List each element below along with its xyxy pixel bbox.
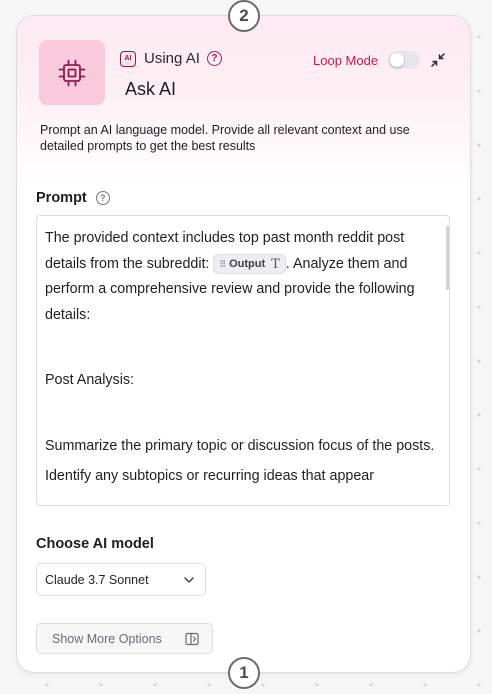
node-title: Ask AI	[125, 79, 177, 99]
step-number-bottom: 1	[228, 657, 260, 689]
cpu-chip-icon	[58, 59, 86, 86]
output-variable-chip[interactable]: ⠿ Output T	[213, 254, 286, 275]
prompt-text[interactable]: The provided context includes top past m…	[45, 226, 437, 490]
model-label: Choose AI model	[36, 536, 154, 552]
model-select[interactable]: Claude 3.7 Sonnet	[36, 563, 206, 596]
prompt-line: Summarize the primary topic or discussio…	[45, 437, 435, 454]
collapse-icon[interactable]	[430, 52, 446, 68]
text-type-icon: T	[271, 256, 280, 272]
prompt-editor[interactable]: The provided context includes top past m…	[36, 215, 450, 506]
prompt-paragraph-intro: The provided context includes top past m…	[45, 226, 437, 328]
ask-ai-node-card: AI Using AI ? Ask AI Loop Mode Prompt an…	[16, 15, 471, 673]
toggle-knob	[390, 53, 404, 67]
show-more-options-label: Show More Options	[52, 631, 162, 646]
prompt-label: Prompt	[36, 190, 87, 206]
loop-mode-label: Loop Mode	[313, 53, 379, 68]
output-chip-label: Output	[229, 257, 266, 270]
prompt-scrollbar[interactable]	[446, 226, 449, 290]
node-icon-tile	[39, 40, 105, 105]
step-number-top: 2	[228, 0, 260, 32]
prompt-line: Identify any subtopics or recurring idea…	[45, 468, 375, 484]
panel-expand-icon	[185, 632, 199, 646]
prompt-heading: Post Analysis:	[45, 372, 134, 388]
prompt-help-icon[interactable]: ?	[95, 191, 110, 205]
prompt-label-row: Prompt ?	[36, 190, 110, 206]
model-selected-value: Claude 3.7 Sonnet	[45, 572, 149, 587]
chevron-down-icon	[184, 577, 194, 583]
node-category-row: AI Using AI ?	[120, 50, 222, 67]
node-category-label: Using AI	[144, 50, 200, 67]
ai-badge-icon: AI	[120, 50, 136, 67]
show-more-options-button[interactable]: Show More Options	[36, 623, 213, 654]
drag-handle-icon[interactable]: ⠿	[219, 252, 226, 278]
loop-mode-toggle[interactable]	[388, 51, 420, 69]
node-description: Prompt an AI language model. Provide all…	[40, 123, 410, 153]
help-icon[interactable]: ?	[206, 51, 222, 66]
